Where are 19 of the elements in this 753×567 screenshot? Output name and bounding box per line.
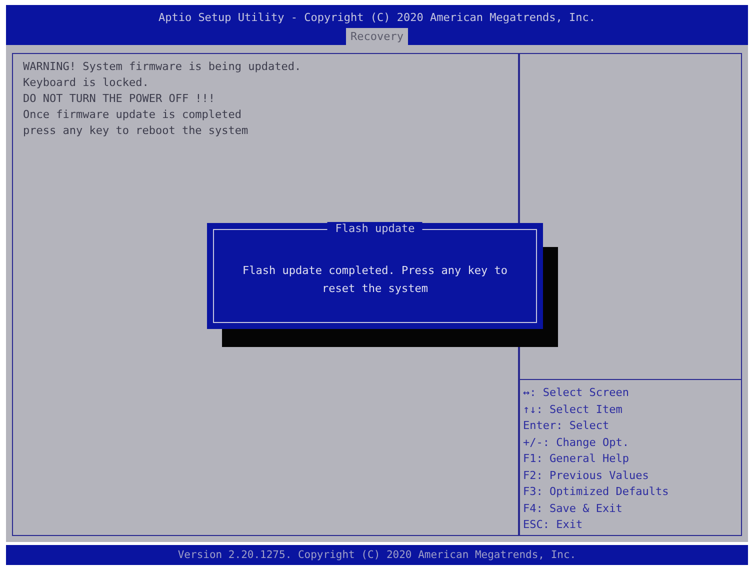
help-text: F4: Save & Exit bbox=[523, 502, 624, 514]
dialog-title: Flash update bbox=[327, 222, 423, 235]
dialog-message: Flash update completed. Press any key to reset the system bbox=[242, 263, 508, 297]
help-text: F2: Previous Values bbox=[523, 468, 650, 482]
help-text: F1: General Help bbox=[523, 452, 630, 465]
warning-text: DO NOT TURN THE POWER OFF !!! bbox=[23, 92, 216, 105]
window-title: Aptio Setup Utility - Copyright (C) 2020 American Megatrends, Inc. bbox=[158, 11, 596, 26]
help-text: ESC: Exit bbox=[523, 518, 584, 531]
help-text: F3: Optimized Defaults bbox=[523, 485, 670, 498]
tab[interactable]: Recovery bbox=[346, 28, 408, 45]
warning-text: WARNING! System firmware is being updated. bbox=[23, 60, 302, 73]
warning-text: press any key to reboot the system bbox=[23, 124, 250, 137]
version-text: Version 2.20.1275. Copyright (C) 2020 American Megatrends, Inc. bbox=[178, 549, 576, 561]
help-text: Enter: Select bbox=[523, 419, 610, 432]
warning-text: Keyboard is locked. bbox=[23, 76, 150, 89]
help-text: +/-: Change Opt. bbox=[523, 436, 630, 448]
help-text: ↔: Select Screen bbox=[523, 386, 630, 399]
warning-text: Once firmware update is completed bbox=[23, 108, 243, 121]
help-text: ↑↓: Select Item bbox=[523, 402, 624, 416]
